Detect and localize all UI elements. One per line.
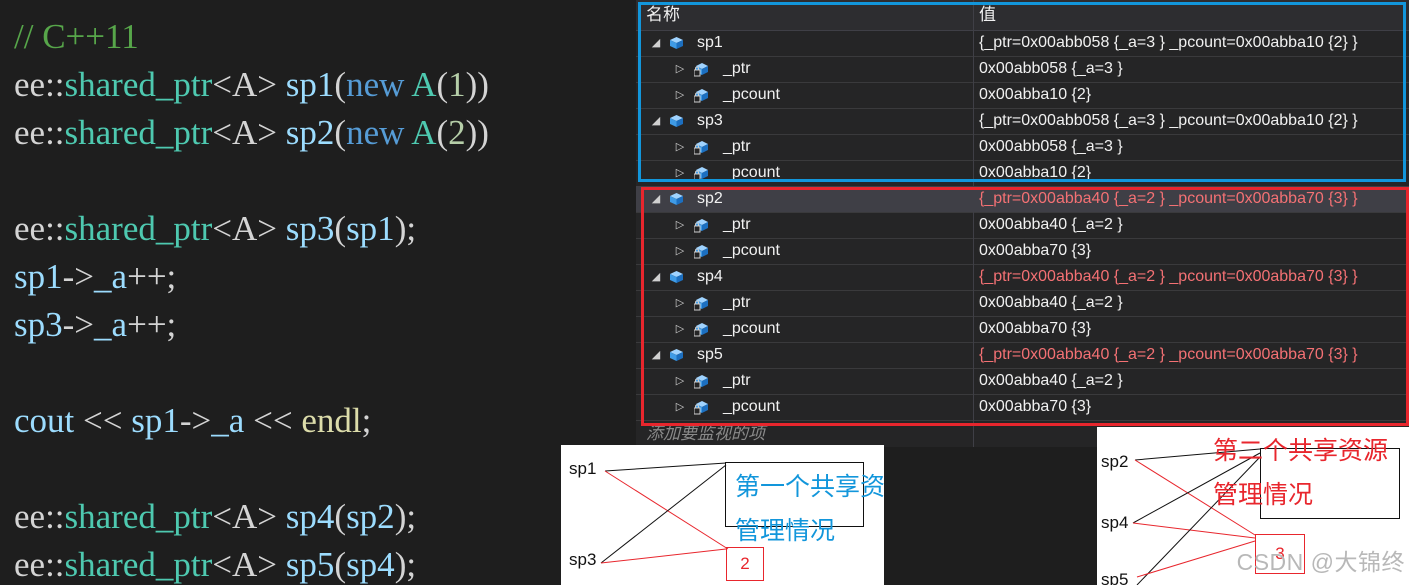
code-token: endl (301, 401, 362, 440)
code-line[interactable]: // C++11 (14, 13, 139, 61)
code-token: <A> (212, 209, 278, 248)
first-resource-diagram: sp1 sp3 第一个共享资源 管理情况 2 (561, 445, 884, 585)
code-token: 2 (448, 113, 466, 152)
code-editor[interactable]: // C++11 ee::shared_ptr<A> sp1(new A(1)) e… (0, 0, 636, 585)
code-token: ee (14, 209, 46, 248)
code-line[interactable]: ee::shared_ptr<A> sp4(sp2); (14, 493, 416, 541)
code-line[interactable]: sp1->_a++; (14, 253, 176, 301)
code-token: shared_ptr (64, 545, 213, 584)
code-token: :: (45, 65, 65, 104)
code-token: // C++11 (14, 17, 139, 56)
code-token: new (346, 65, 405, 104)
diagram-2-label-sp4: sp4 (1101, 513, 1129, 532)
code-token: :: (45, 209, 65, 248)
code-token: ( (436, 113, 449, 152)
code-token: _a (211, 401, 245, 440)
code-token: _a (94, 305, 128, 344)
code-token: <A> (212, 545, 278, 584)
code-token: )) (465, 65, 489, 104)
code-token: shared_ptr (64, 65, 213, 104)
code-line[interactable]: sp3->_a++; (14, 301, 176, 349)
code-token: ee (14, 545, 46, 584)
code-token: ; (361, 401, 372, 440)
code-token: sp4 (346, 545, 395, 584)
code-token: ); (394, 497, 417, 536)
code-token: ++; (127, 305, 177, 344)
code-token: :: (45, 545, 65, 584)
first-resource-frame (638, 2, 1406, 182)
code-token: new (346, 113, 405, 152)
code-token: ( (334, 113, 347, 152)
code-token: ++; (127, 257, 177, 296)
code-token: sp2 (346, 497, 395, 536)
code-token: <A> (212, 113, 278, 152)
code-token: A (411, 65, 437, 104)
diagram-2-label-sp2: sp2 (1101, 452, 1129, 471)
code-token: :: (45, 113, 65, 152)
code-token: sp3 (14, 305, 63, 344)
code-token: ee (14, 113, 46, 152)
code-token: sp1 (131, 401, 180, 440)
code-token: sp2 (285, 113, 335, 152)
code-token: -> (62, 305, 95, 344)
watermark: CSDN @大锦终 (1236, 549, 1405, 575)
diagram-2-label-sp5: sp5 (1101, 570, 1129, 585)
code-token: 1 (448, 65, 466, 104)
second-resource-frame (641, 187, 1409, 426)
diagram-2-title-line2: 管理情况 (1213, 481, 1314, 509)
second-resource-diagram: sp2 sp4 sp5 第二个共享资源 管理情况 3 CSDN @大锦终 (1097, 427, 1409, 585)
code-token: shared_ptr (64, 497, 213, 536)
diagram-1-title-line1: 第一个共享资源 (735, 473, 884, 501)
code-token: cout (14, 401, 75, 440)
code-token: ( (334, 545, 347, 584)
diagram-1-label-sp3: sp3 (569, 550, 597, 569)
code-token: ( (334, 497, 347, 536)
code-token: sp3 (285, 209, 335, 248)
diagram-1-title-line2: 管理情况 (735, 517, 836, 545)
code-token: -> (179, 401, 212, 440)
code-token: -> (62, 257, 95, 296)
code-token: ( (436, 65, 449, 104)
code-line[interactable]: ee::shared_ptr<A> sp1(new A(1)) (14, 61, 489, 109)
code-token: ee (14, 497, 46, 536)
code-token: shared_ptr (64, 209, 213, 248)
add-watch-item[interactable]: 添加要监视的项 (646, 423, 765, 445)
code-token: << (74, 401, 132, 440)
code-token: ); (394, 209, 417, 248)
diagram-1-label-sp1: sp1 (569, 459, 597, 478)
code-token: ( (334, 209, 347, 248)
code-token: <A> (212, 497, 278, 536)
code-token: sp1 (14, 257, 63, 296)
code-token: sp1 (285, 65, 335, 104)
code-line[interactable]: ee::shared_ptr<A> sp2(new A(2)) (14, 109, 489, 157)
code-token: A (411, 113, 437, 152)
code-token: <A> (212, 65, 278, 104)
diagram-2-title-line1: 第二个共享资源 (1213, 437, 1389, 465)
code-token: sp5 (285, 545, 335, 584)
code-token: << (244, 401, 302, 440)
code-token: sp4 (285, 497, 335, 536)
code-token: _a (94, 257, 128, 296)
code-line[interactable]: ee::shared_ptr<A> sp3(sp1); (14, 205, 416, 253)
code-token: )) (465, 113, 489, 152)
code-line[interactable]: cout << sp1->_a << endl; (14, 397, 371, 445)
diagram-1-count-box: 2 (726, 547, 764, 581)
code-token: :: (45, 497, 65, 536)
code-token: sp1 (346, 209, 395, 248)
code-token: ee (14, 65, 46, 104)
code-token: shared_ptr (64, 113, 213, 152)
code-line[interactable]: ee::shared_ptr<A> sp5(sp4); (14, 541, 416, 585)
code-token: ( (334, 65, 347, 104)
code-token: ); (394, 545, 417, 584)
